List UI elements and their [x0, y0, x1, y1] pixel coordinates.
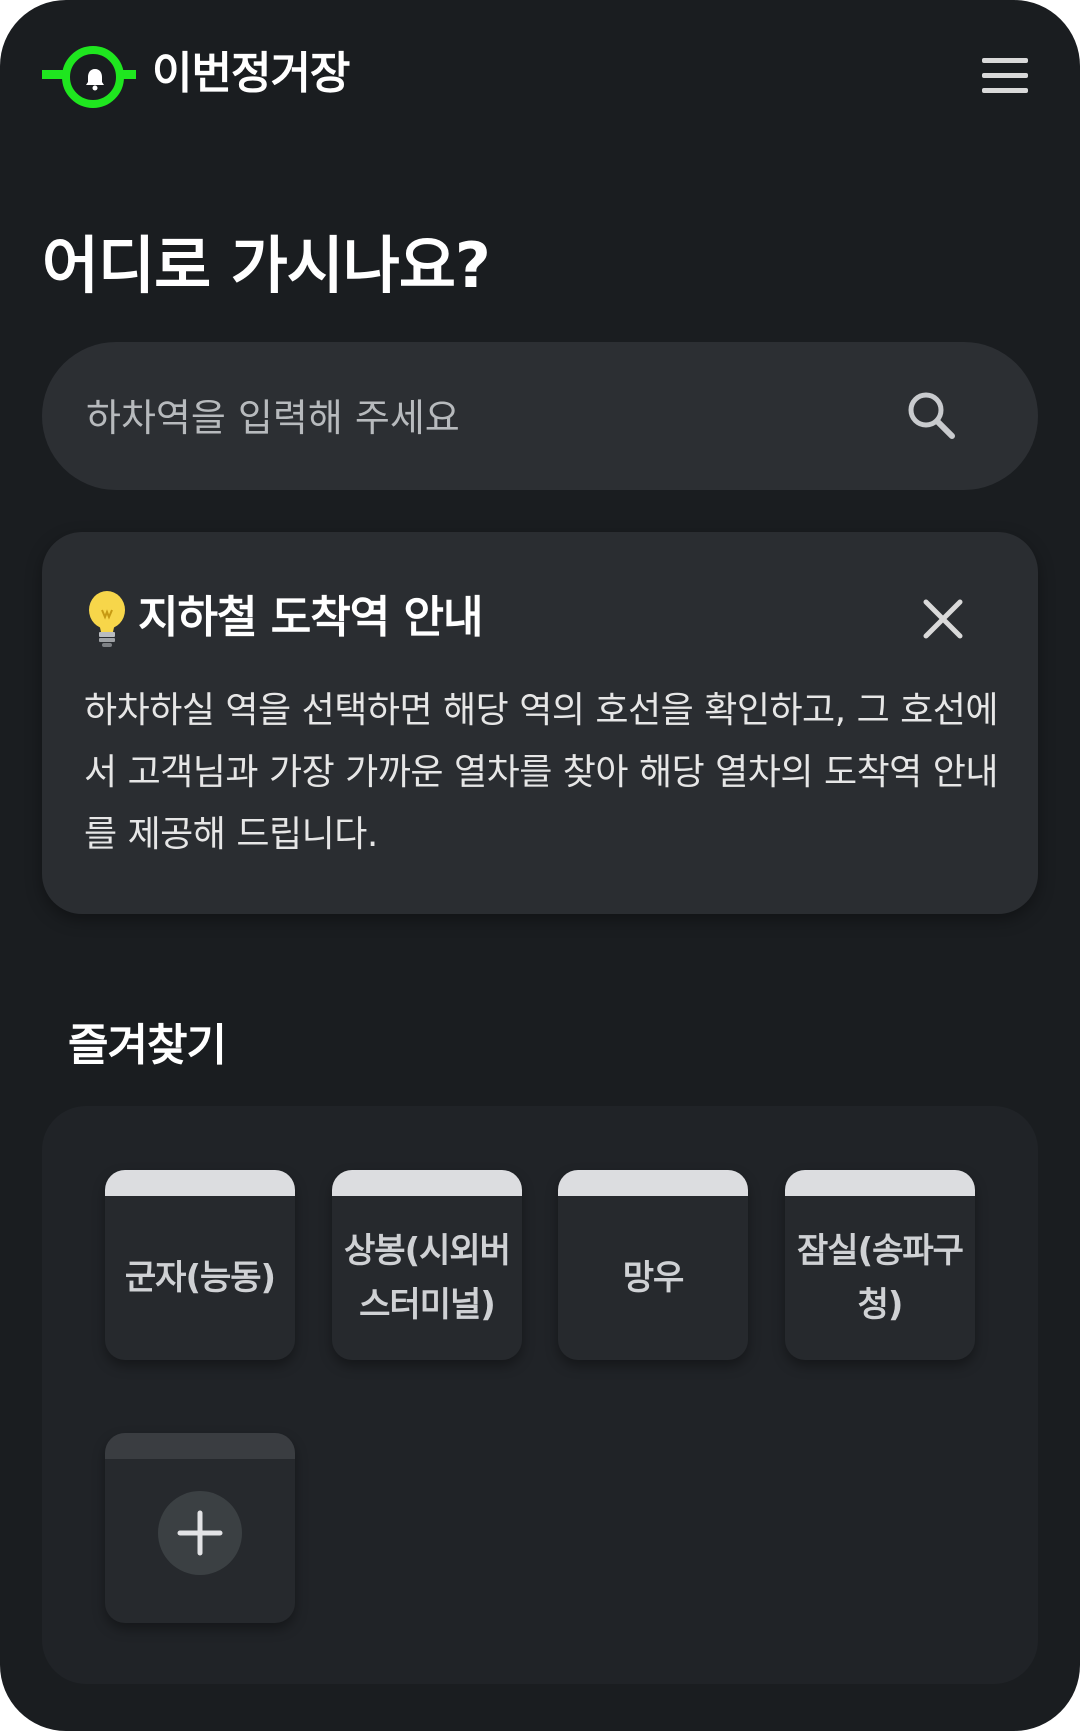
tile-header — [558, 1170, 748, 1196]
tile-header — [105, 1433, 295, 1459]
tile-header — [785, 1170, 975, 1196]
favorite-label: 상봉(시외버스터미널) — [344, 1231, 511, 1325]
app-header: 이번정거장 — [0, 0, 1080, 150]
favorites-title: 즐겨찾기 — [68, 1020, 227, 1071]
info-description: 하차하실 역을 선택하면 해당 역의 호선을 확인하고, 그 호선에서 고객님과… — [84, 690, 999, 855]
tile-header — [332, 1170, 522, 1196]
info-title: 지하철 도착역 안내 — [138, 592, 483, 643]
favorite-label: 군자(능동) — [124, 1258, 276, 1298]
search-input[interactable] — [84, 382, 888, 454]
favorite-label: 망우 — [622, 1258, 685, 1298]
app-screen: 이번정거장 어디로 가시나요? 하차역을 입력해 주세요 지하철 도착역 안내 … — [0, 0, 1080, 1731]
add-favorite-button[interactable] — [105, 1433, 295, 1623]
info-card: 지하철 도착역 안내 하차하실 역을 선택하면 해당 역의 호선을 확인하고, … — [42, 532, 1038, 914]
brand-name: 이번정거장 — [152, 48, 350, 99]
lightbulb-icon — [86, 590, 128, 648]
logo[interactable] — [42, 44, 136, 108]
favorite-tile[interactable]: 잠실(송파구청) — [785, 1170, 975, 1360]
close-icon[interactable] — [918, 594, 968, 644]
search-icon[interactable] — [904, 388, 960, 444]
favorite-tile[interactable]: 망우 — [558, 1170, 748, 1360]
favorite-tile[interactable]: 군자(능동) — [105, 1170, 295, 1360]
hamburger-menu-icon[interactable] — [980, 56, 1030, 96]
tile-header — [105, 1170, 295, 1196]
plus-icon — [158, 1491, 242, 1575]
page-title: 어디로 가시나요? — [42, 229, 491, 302]
favorite-label: 잠실(송파구청) — [797, 1231, 964, 1325]
favorite-tile[interactable]: 상봉(시외버스터미널) — [332, 1170, 522, 1360]
bell-icon — [72, 56, 118, 102]
favorites-panel: 군자(능동) 상봉(시외버스터미널) 망우 잠실(송파구청) — [42, 1106, 1038, 1684]
search-bar[interactable] — [42, 342, 1038, 490]
